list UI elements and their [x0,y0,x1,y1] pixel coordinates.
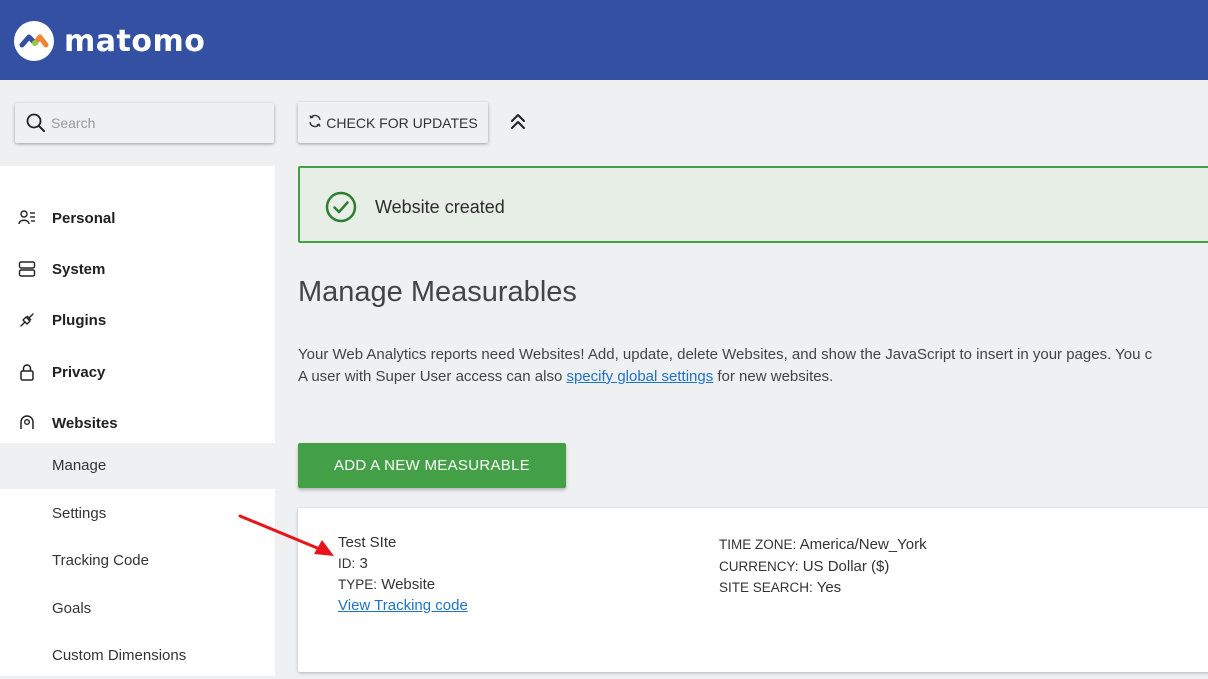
site-search-value: Yes [816,579,842,596]
matomo-logo-mark [14,21,54,61]
sidebar-item-plugins[interactable]: Plugins [0,300,275,340]
sidebar-subitem-label: Tracking Code [52,552,149,569]
menu-search [15,103,274,143]
check-for-updates-button[interactable]: CHECK FOR UPDATES [298,102,488,143]
site-type-label: TYPE: [338,577,378,592]
sidebar-item-websites[interactable]: Websites [0,403,275,443]
sidebar-subitem-label: Custom Dimensions [52,647,187,664]
sidebar-subitem-custom-dimensions[interactable]: Custom Dimensions [0,633,275,679]
top-header-bar: matomo [0,0,1208,80]
matomo-logo[interactable]: matomo [14,21,205,61]
check-for-updates-label: CHECK FOR UPDATES [326,114,478,131]
refresh-icon [308,114,326,131]
site-id-label: ID: [338,556,356,571]
description-text: for new websites. [713,368,834,385]
user-settings-icon [18,209,36,227]
lock-icon [18,363,36,381]
page-title: Manage Measurables [298,276,577,308]
description-text: A user with Super User access can also [298,368,567,385]
currency-label: CURRENCY: [719,559,799,574]
add-new-measurable-button[interactable]: ADD A NEW MEASURABLE [298,443,566,488]
check-circle-icon [325,191,357,228]
sidebar-subitem-label: Goals [52,600,92,617]
sidebar-item-label: Personal [52,209,116,227]
sidebar-subitem-tracking-code[interactable]: Tracking Code [0,538,275,584]
sidebar-subitem-manage[interactable]: Manage [0,443,275,489]
search-input[interactable] [51,103,266,143]
annotation-arrow-icon [236,512,336,567]
site-name: Test SIte [338,534,397,551]
site-id-value: 3 [359,555,368,572]
sidebar-item-label: Plugins [52,311,107,329]
sidebar-subitem-settings[interactable]: Settings [0,491,275,537]
sidebar-item-label: Privacy [52,363,106,381]
site-search-label: SITE SEARCH: [719,580,813,595]
site-type-value: Website [381,576,436,593]
currency-value: US Dollar ($) [802,558,890,575]
timezone-value: America/New_York [799,536,927,553]
sidebar-subitem-label: Manage [52,457,107,474]
sidebar-subitem-label: Settings [52,505,107,522]
search-icon [26,113,46,138]
site-card: Test SIte ID: 3 TYPE: Website View Track… [298,508,1208,672]
timezone-label: TIME ZONE: [719,537,797,552]
site-id: ID: 3 [338,555,368,572]
description-line-1: Your Web Analytics reports need Websites… [298,346,1153,363]
description-line-2: A user with Super User access can also s… [298,366,1208,388]
plug-icon [18,311,36,329]
site-search-setting: SITE SEARCH: Yes [719,579,841,596]
sidebar-item-privacy[interactable]: Privacy [0,352,275,392]
site-timezone: TIME ZONE: America/New_York [719,536,927,553]
location-pin-icon [18,414,36,432]
server-icon [18,260,36,278]
site-currency: CURRENCY: US Dollar ($) [719,558,889,575]
sidebar-subitem-goals[interactable]: Goals [0,586,275,632]
notification-text: Website created [375,197,505,217]
sidebar-item-label: Websites [52,414,118,432]
success-notification: Website created [298,166,1208,243]
sidebar-item-label: System [52,260,106,278]
chevron-double-up-icon[interactable] [508,111,528,133]
sidebar-item-system[interactable]: System [0,249,275,289]
sidebar-item-personal[interactable]: Personal [0,198,275,238]
sidebar-menu: Personal System Plugins Privacy Websites… [0,166,275,676]
page-description: Your Web Analytics reports need Websites… [298,344,1208,388]
brand-name: matomo [64,23,206,59]
global-settings-link[interactable]: specify global settings [566,368,713,385]
view-tracking-code-link[interactable]: View Tracking code [338,597,468,614]
site-type: TYPE: Website [338,576,435,593]
